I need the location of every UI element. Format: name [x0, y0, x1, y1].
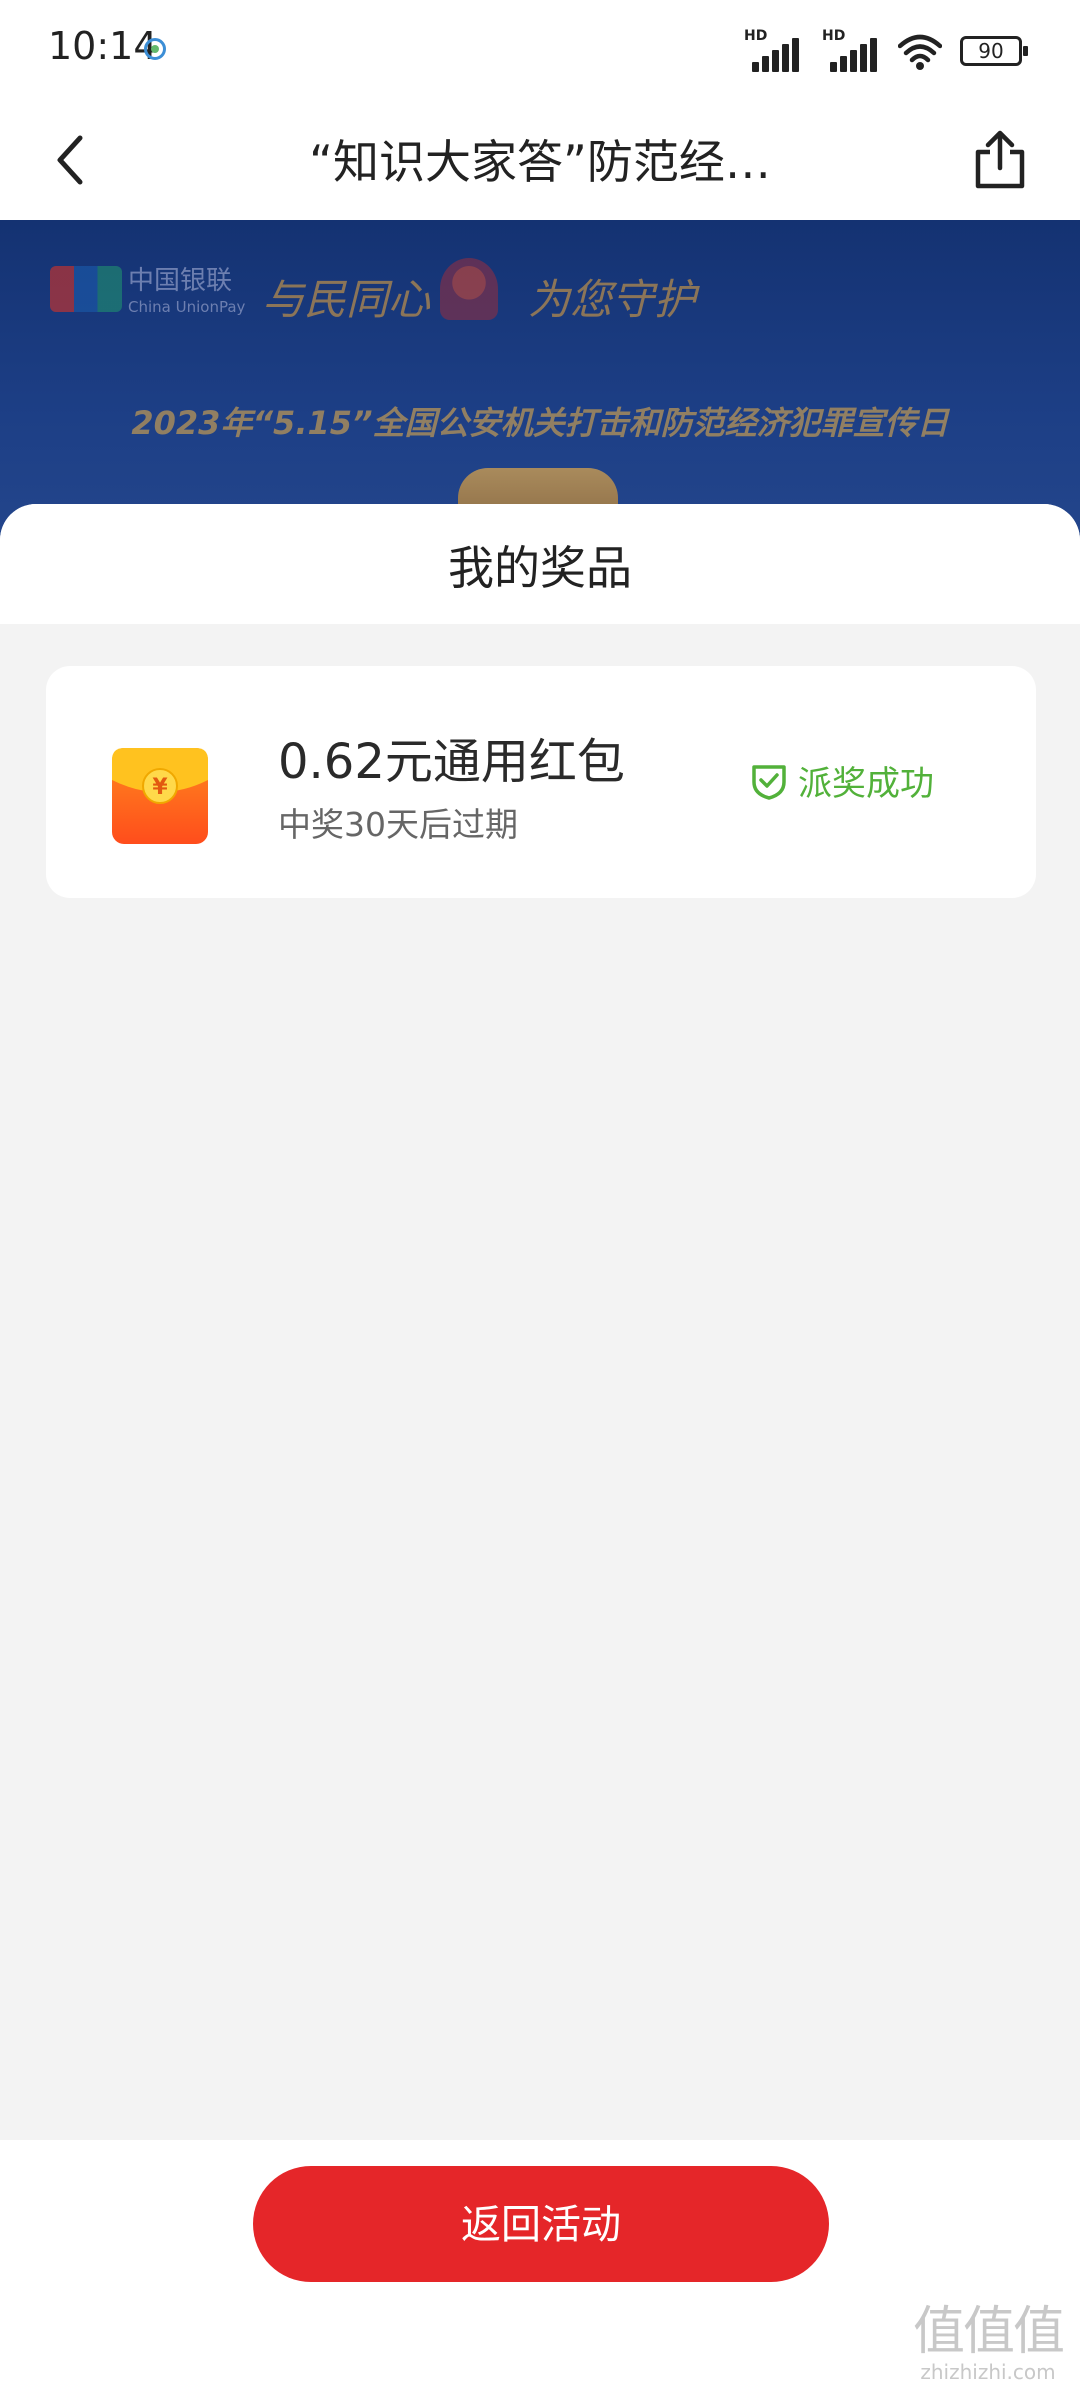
- chevron-left-icon: [57, 135, 83, 185]
- watermark: 值值值 zhizhizhi.com: [908, 2304, 1068, 2384]
- banner-slogan-left: 与民同心: [262, 275, 431, 324]
- svg-text:¥: ¥: [152, 775, 168, 800]
- nav-bar: “知识大家答”防范经…: [0, 100, 1080, 220]
- banner-logo-text: 中国银联: [128, 266, 233, 296]
- prize-status-label: 派奖成功: [798, 764, 934, 804]
- signal-icon: HD: [742, 28, 802, 72]
- banner-slogan-right: 为您守护: [528, 275, 697, 324]
- back-button[interactable]: [30, 120, 110, 200]
- battery-icon: 90: [960, 36, 1028, 66]
- watermark-mark: 值值值: [912, 2302, 1065, 2362]
- wifi-icon: [898, 34, 942, 70]
- share-icon: [975, 130, 1025, 189]
- network-type-label: HD: [744, 28, 768, 44]
- signal-icon: HD: [820, 28, 880, 72]
- prize-expiry: 中奖30天后过期: [278, 805, 518, 844]
- back-to-activity-button[interactable]: 返回活动: [253, 2166, 829, 2282]
- sheet-title: 我的奖品: [448, 541, 632, 595]
- prize-sheet: 我的奖品 ¥ 0.62元通用红包 中奖30天后过期 派奖成功: [0, 504, 1080, 2140]
- shield-check-icon: [752, 764, 786, 800]
- status-icons: HD HD 90: [742, 28, 1028, 72]
- carrier-icon: [144, 38, 166, 60]
- status-time: 10:14: [48, 24, 158, 68]
- activity-banner: 中国银联 China UnionPay 与民同心 为您守护 2023年“5.15…: [0, 220, 1080, 550]
- sheet-header: 我的奖品: [0, 504, 1080, 624]
- banner-headline: 2023年“5.15”全国公安机关打击和防范经济犯罪宣传日: [131, 404, 949, 442]
- prize-card[interactable]: ¥ 0.62元通用红包 中奖30天后过期 派奖成功: [46, 666, 1036, 898]
- page-title: “知识大家答”防范经…: [309, 135, 771, 189]
- prize-name: 0.62元通用红包: [278, 734, 625, 790]
- watermark-domain: zhizhizhi.com: [920, 2360, 1056, 2384]
- unionpay-logo: [50, 266, 122, 312]
- network-type-label: HD: [822, 28, 846, 44]
- share-button[interactable]: [960, 120, 1040, 200]
- status-bar: 10:14 HD HD 90: [0, 0, 1080, 100]
- battery-level: 90: [978, 39, 1004, 63]
- red-envelope-icon: ¥: [112, 748, 208, 844]
- police-emblem-icon: [440, 258, 498, 320]
- banner-logo-subtext: China UnionPay: [128, 298, 246, 316]
- prize-status: 派奖成功: [750, 756, 934, 805]
